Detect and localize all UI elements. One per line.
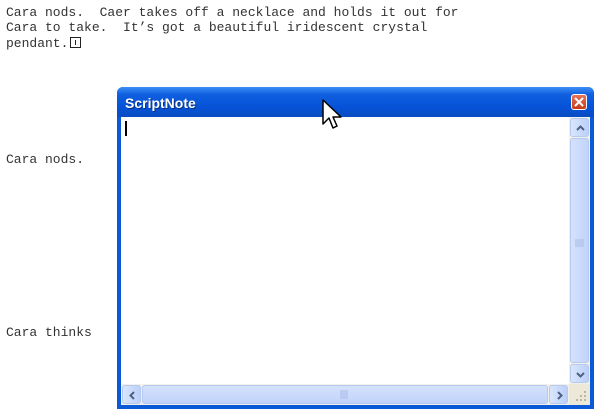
scroll-up-button[interactable]	[570, 118, 589, 137]
grip-icon	[575, 239, 584, 247]
chevron-up-icon	[576, 125, 585, 131]
text-caret	[125, 121, 127, 136]
resize-grip[interactable]	[569, 384, 590, 405]
script-line-3: pendant.	[6, 36, 82, 51]
vertical-scrollbar[interactable]	[569, 117, 590, 384]
script-line-3-text: pendant.	[6, 36, 69, 51]
mouse-pointer-icon	[322, 99, 342, 129]
script-line-2: Cara to take. It’s got a beautiful iride…	[6, 20, 428, 35]
note-client-area	[121, 117, 590, 405]
grip-icon	[340, 390, 348, 399]
chevron-left-icon	[129, 391, 135, 400]
scroll-right-button[interactable]	[549, 385, 568, 404]
scriptnote-window[interactable]: ScriptNote	[117, 87, 594, 409]
note-marker-icon[interactable]	[70, 37, 82, 48]
chevron-down-icon	[576, 372, 585, 378]
script-line-action-nod: Cara nods.	[6, 152, 85, 167]
close-button[interactable]	[571, 94, 587, 110]
note-text-area[interactable]	[121, 117, 569, 384]
vertical-scroll-thumb[interactable]	[570, 138, 589, 363]
title-bar[interactable]: ScriptNote	[117, 87, 594, 117]
horizontal-scrollbar[interactable]	[121, 384, 569, 405]
script-line-action-think: Cara thinks	[6, 325, 92, 340]
resize-grip-icon	[576, 391, 586, 401]
chevron-right-icon	[557, 391, 563, 400]
horizontal-scroll-thumb[interactable]	[142, 385, 548, 404]
scroll-down-button[interactable]	[570, 364, 589, 383]
window-title: ScriptNote	[125, 95, 196, 111]
scroll-left-button[interactable]	[122, 385, 141, 404]
script-line-1: Cara nods. Caer takes off a necklace and…	[6, 5, 459, 20]
close-icon	[574, 97, 584, 107]
